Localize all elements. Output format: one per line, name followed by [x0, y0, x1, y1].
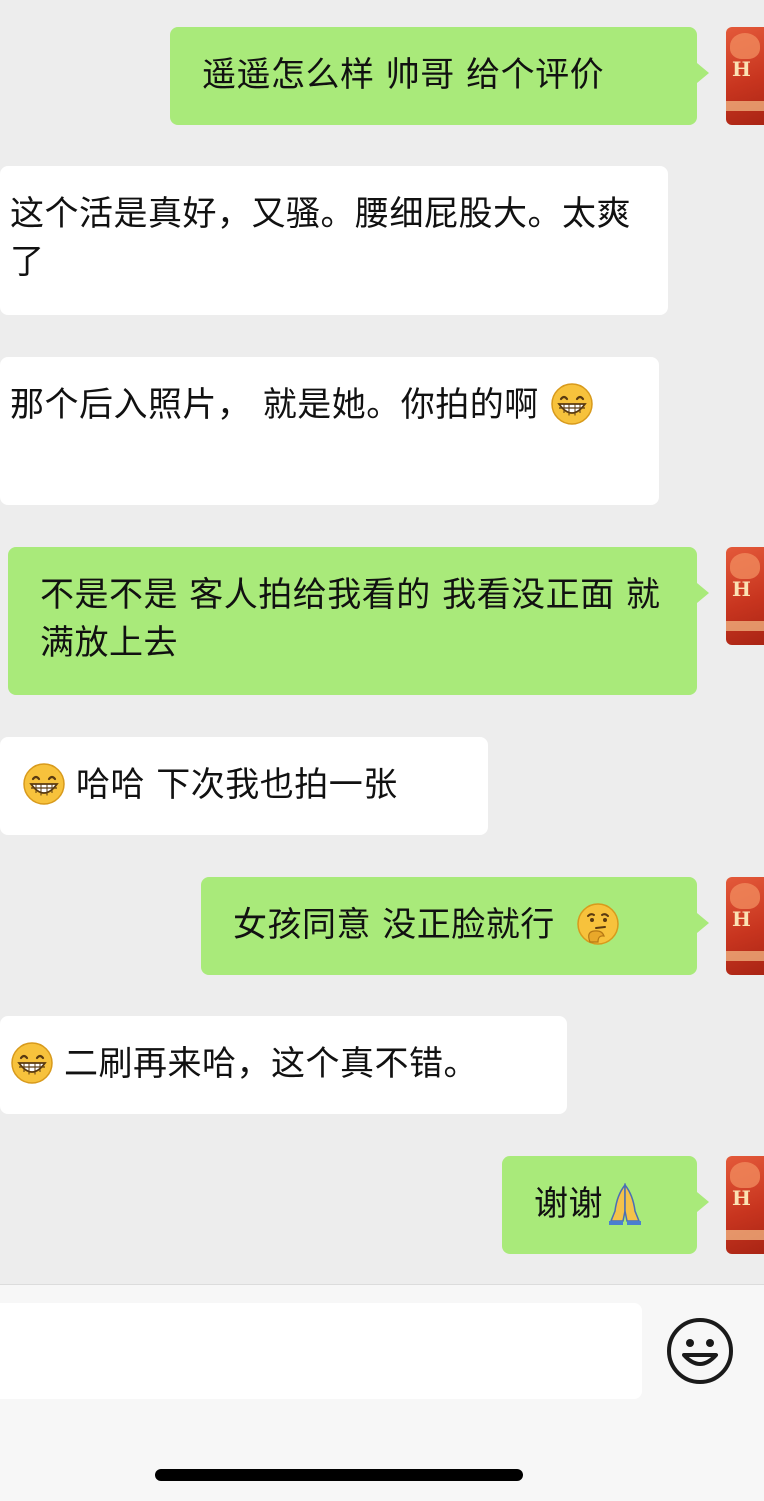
message-text: 那个后入照片， 就是她。你拍的啊: [10, 385, 539, 425]
grin-emoji-icon: [22, 762, 66, 805]
avatar-lantern-decoration: [730, 883, 760, 909]
home-indicator[interactable]: [155, 1469, 523, 1481]
message-bubble-incoming[interactable]: 哈哈 下次我也拍一张: [0, 737, 488, 835]
thinking-emoji-icon: [577, 902, 620, 945]
grin-emoji-icon: [10, 1041, 54, 1084]
message-bubble-incoming[interactable]: 那个后入照片， 就是她。你拍的啊: [0, 357, 659, 505]
avatar-lantern-decoration: [730, 553, 760, 579]
avatar-letter: H: [732, 57, 751, 81]
avatar-lantern-decoration: [730, 1162, 760, 1188]
message-text: 不是不是 客人拍给我看的 我看没正面 就满放上去: [40, 575, 661, 663]
message-text: 女孩同意 没正脸就行: [233, 905, 555, 945]
smiley-face-icon[interactable]: [664, 1315, 736, 1387]
message-text: 哈哈 下次我也拍一张: [76, 765, 398, 805]
message-text: 这个活是真好，又骚。腰细屁股大。太爽了: [10, 194, 631, 282]
avatar-stripe-decoration: [726, 1230, 764, 1240]
message-bubble-outgoing[interactable]: 女孩同意 没正脸就行: [201, 877, 709, 975]
pray-emoji-icon: [608, 1183, 642, 1225]
avatar-stripe-decoration: [726, 951, 764, 961]
message-bubble-incoming[interactable]: 二刷再来哈，这个真不错。: [0, 1016, 567, 1114]
message-bubble-incoming[interactable]: 这个活是真好，又骚。腰细屁股大。太爽了: [0, 166, 668, 315]
message-text: 二刷再来哈，这个真不错。: [64, 1044, 478, 1084]
avatar-letter: H: [732, 577, 751, 601]
chat-area[interactable]: 遥遥怎么样 帅哥 给个评价 H 这个活是真好，又骚。腰细屁股大。太爽了 那个后入…: [0, 0, 764, 1284]
message-bubble-outgoing[interactable]: 不是不是 客人拍给我看的 我看没正面 就满放上去: [8, 547, 709, 695]
message-bubble-outgoing[interactable]: 谢谢: [502, 1156, 709, 1254]
avatar-stripe-decoration: [726, 101, 764, 111]
avatar[interactable]: H: [726, 1156, 764, 1254]
avatar-lantern-decoration: [730, 33, 760, 59]
grin-emoji-icon: [551, 382, 594, 425]
input-bar: [0, 1284, 764, 1501]
message-input[interactable]: [0, 1303, 642, 1399]
avatar-stripe-decoration: [726, 621, 764, 631]
avatar-letter: H: [732, 907, 751, 931]
message-text: 谢谢: [534, 1184, 603, 1224]
message-bubble-outgoing[interactable]: 遥遥怎么样 帅哥 给个评价: [170, 27, 709, 125]
avatar[interactable]: H: [726, 547, 764, 645]
avatar-letter: H: [732, 1186, 751, 1210]
avatar[interactable]: H: [726, 27, 764, 125]
avatar[interactable]: H: [726, 877, 764, 975]
message-text: 遥遥怎么样 帅哥 给个评价: [202, 55, 605, 95]
